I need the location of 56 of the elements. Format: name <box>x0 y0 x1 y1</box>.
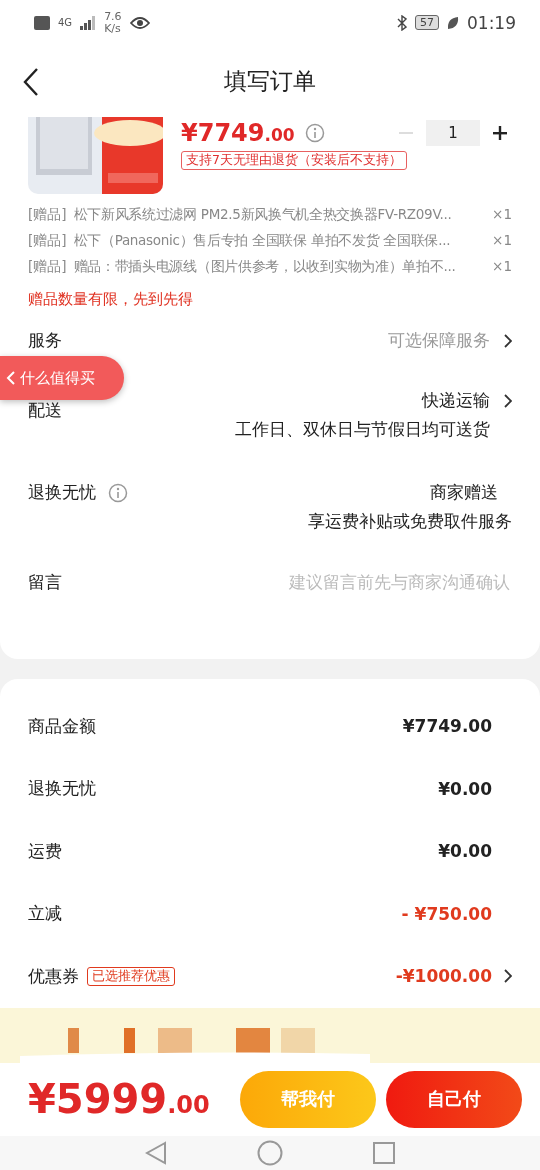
gift-tag: [赠品] <box>28 258 67 276</box>
gift-notice: 赠品数量有限，先到先得 <box>28 290 194 309</box>
option-detail: 工作日、双休日与节假日均可送货 <box>235 418 490 441</box>
gift-count: ×1 <box>492 232 512 250</box>
leaf-icon <box>447 15 459 30</box>
chevron-right-icon <box>504 333 512 348</box>
minus-icon <box>399 132 413 134</box>
info-icon[interactable] <box>108 482 128 503</box>
home-nav-icon[interactable] <box>257 1139 283 1166</box>
total-price: ¥5999.00 <box>28 1076 210 1122</box>
battery-level: 57 <box>415 15 439 30</box>
bluetooth-icon <box>397 14 407 31</box>
chevron-right-icon <box>504 969 512 984</box>
back-nav-icon[interactable] <box>145 1140 167 1165</box>
summary-value: ¥0.00 <box>438 841 492 862</box>
summary-value: -¥1000.00 <box>395 966 492 987</box>
summary-value: ¥0.00 <box>438 778 492 799</box>
option-label: 留言 <box>28 571 62 594</box>
page-title: 填写订单 <box>224 66 316 96</box>
summary-label: 立减 <box>28 902 62 926</box>
summary-value: ¥7749.00 <box>402 716 492 737</box>
gift-count: ×1 <box>492 258 512 276</box>
signal-icon <box>80 15 97 30</box>
gift-name: 松下（Panasonic）售后专拍 全国联保 单拍不发货 全国联保... <box>73 232 452 250</box>
option-value[interactable]: 商家赠送 <box>430 481 498 504</box>
floating-pill[interactable]: 什么值得买 <box>0 356 124 400</box>
option-label: 退换无忧 <box>28 481 96 504</box>
gift-tag: [赠品] <box>28 206 67 224</box>
network-type: 4G <box>58 16 73 29</box>
chevron-left-icon <box>6 370 16 386</box>
summary-label: 运费 <box>28 839 62 863</box>
quantity-field[interactable]: 1 <box>426 120 480 146</box>
pay-button[interactable]: 自己付 <box>386 1070 522 1128</box>
return-policy-tag: 支持7天无理由退货（安装后不支持） <box>181 151 407 170</box>
option-label: 配送 <box>28 399 62 422</box>
summary-label: 商品金额 <box>28 714 96 738</box>
summary-label: 优惠券 <box>28 964 79 988</box>
gift-count: ×1 <box>492 206 512 224</box>
gift-tag: [赠品] <box>28 232 67 250</box>
summary-label: 退换无忧 <box>28 777 96 801</box>
chevron-right-icon <box>504 393 512 408</box>
option-detail: 享运费补贴或免费取件服务 <box>308 510 512 533</box>
product-price: ¥7749.00 <box>181 119 295 147</box>
summary-value: - ¥750.00 <box>401 903 492 924</box>
coupon-badge: 已选推荐优惠 <box>87 966 175 986</box>
option-label: 服务 <box>28 329 62 352</box>
network-speed: 7.6 K/s <box>104 10 122 35</box>
gift-name: 松下新风系统过滤网 PM2.5新风换气机全热交换器FV-RZ09V... <box>73 206 453 224</box>
plus-icon <box>493 126 507 140</box>
eye-icon <box>129 15 150 30</box>
option-value[interactable]: 快递运输 <box>422 389 490 412</box>
option-value[interactable]: 可选保障服务 <box>388 329 490 352</box>
recents-nav-icon[interactable] <box>373 1141 395 1164</box>
clock: 01:19 <box>467 12 516 33</box>
info-icon[interactable] <box>304 123 325 143</box>
gift-name: 赠品：带插头电源线（图片供参考，以收到实物为准）单拍不... <box>73 258 457 276</box>
